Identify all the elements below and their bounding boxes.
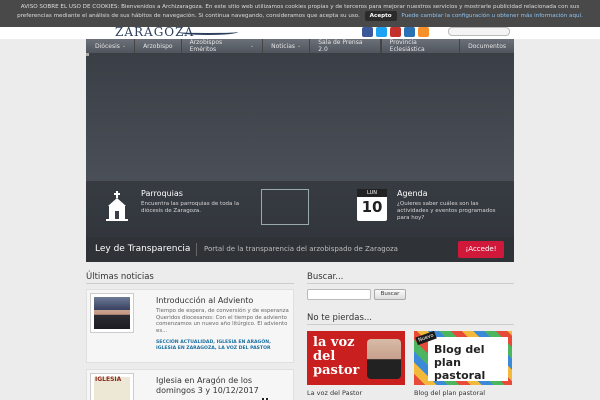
agenda-panel[interactable]: Agenda ¿Quieres saber cuáles son las act… xyxy=(397,189,507,222)
transparency-title: Ley de Transparencia xyxy=(95,244,191,254)
cookie-accept-button[interactable]: Acepto xyxy=(364,11,397,21)
parroquias-title: Parroquias xyxy=(141,189,183,198)
parroquias-panel[interactable]: Parroquias Encuentra las parroquias de t… xyxy=(141,189,251,215)
chevron-down-icon: ⌄ xyxy=(297,43,302,49)
cookie-notice-bar: AVISO SOBRE EL USO DE COOKIES: Bienvenid… xyxy=(0,0,600,27)
promo-blog-caption[interactable]: Blog del plan pastoral xyxy=(414,389,485,397)
miss-section-title: No te pierdas... xyxy=(307,313,372,323)
chevron-down-icon: ⌄ xyxy=(249,43,255,49)
news-headline[interactable]: Iglesia en Aragón de los domingos 3 y 10… xyxy=(156,376,290,396)
cookie-config-link[interactable]: Puede cambiar la configuración u obtener… xyxy=(401,13,583,19)
promo-blog-plan[interactable]: Blog del plan pastoral Nuevo xyxy=(414,330,512,385)
calendar-icon: LUN 10 xyxy=(357,189,387,221)
nav-item-sala-prensa[interactable]: Sala de Prensa 2.0 xyxy=(310,39,381,53)
search-button[interactable]: Buscar xyxy=(374,289,406,300)
news-item[interactable]: IGLESIA Iglesia en Aragón de los domingo… xyxy=(86,369,294,400)
news-headline[interactable]: Introducción al Adviento xyxy=(156,296,253,306)
youtube-icon[interactable] xyxy=(390,27,401,37)
nav-item-arzobispos-emeritos[interactable]: Arzobispos Eméritos ⌄ xyxy=(182,39,264,53)
parroquias-text: Encuentra las parroquias de toda la dióc… xyxy=(141,201,240,214)
promo-voz-pastor[interactable]: la voz del pastor xyxy=(307,331,405,385)
header-search-input[interactable] xyxy=(448,27,510,36)
search-section-title: Buscar... xyxy=(307,272,344,282)
pastor-photo xyxy=(367,339,401,379)
accede-button[interactable]: ¡Accede! xyxy=(458,241,504,258)
transparency-desc: Portal de la transparencia del arzobispa… xyxy=(204,245,398,253)
chevron-down-icon: ⌄ xyxy=(121,43,127,49)
nav-item-noticias[interactable]: Noticias ⌄ xyxy=(263,39,311,53)
slider-indicator[interactable] xyxy=(86,53,89,56)
rss-icon[interactable] xyxy=(418,27,429,37)
nav-item-diocesis[interactable]: Diócesis ⌄ xyxy=(86,39,136,53)
hero-slider: Parroquias Encuentra las parroquias de t… xyxy=(86,53,514,262)
promo-blog-text: Blog del plan pastoral xyxy=(434,343,486,382)
agenda-title: Agenda xyxy=(397,189,428,198)
nav-item-provincia[interactable]: Provincia Eclesiástica xyxy=(380,39,459,53)
email-icon[interactable] xyxy=(404,27,415,37)
site-header: ZARAGOZA xyxy=(0,25,600,39)
promo-voz-text: la voz del pastor xyxy=(313,335,360,378)
social-links xyxy=(362,27,429,37)
news-thumbnail[interactable]: IGLESIA xyxy=(90,373,134,400)
nav-item-documentos[interactable]: Documentos xyxy=(459,39,514,53)
news-excerpt: Tiempo de espera, de conversión y de esp… xyxy=(156,308,289,334)
transparency-bar: Ley de Transparencia Portal de la transp… xyxy=(86,237,514,262)
news-section-title: Últimas noticias xyxy=(86,272,154,282)
facebook-icon[interactable] xyxy=(362,27,373,37)
main-nav: Diócesis ⌄ Arzobispo Arzobispos Eméritos ⌄… xyxy=(86,39,514,53)
twitter-icon[interactable] xyxy=(376,27,387,37)
agenda-text: ¿Quieres saber cuáles son las actividade… xyxy=(397,201,496,221)
slide-thumbnail[interactable] xyxy=(261,189,309,225)
search-input[interactable] xyxy=(307,289,371,300)
church-icon xyxy=(106,191,128,221)
logo-swoosh xyxy=(178,29,238,35)
nav-item-arzobispo[interactable]: Arzobispo xyxy=(135,39,182,53)
news-thumbnail[interactable] xyxy=(90,293,134,333)
promo-voz-caption[interactable]: La voz del Pastor xyxy=(307,389,362,397)
hero-panels: Parroquias Encuentra las parroquias de t… xyxy=(86,181,514,237)
news-categories[interactable]: SECCIÓN ACTUALIDAD, IGLESIA EN ARAGÓN, I… xyxy=(156,340,290,352)
news-item[interactable]: Introducción al Adviento Tiempo de esper… xyxy=(86,289,294,363)
